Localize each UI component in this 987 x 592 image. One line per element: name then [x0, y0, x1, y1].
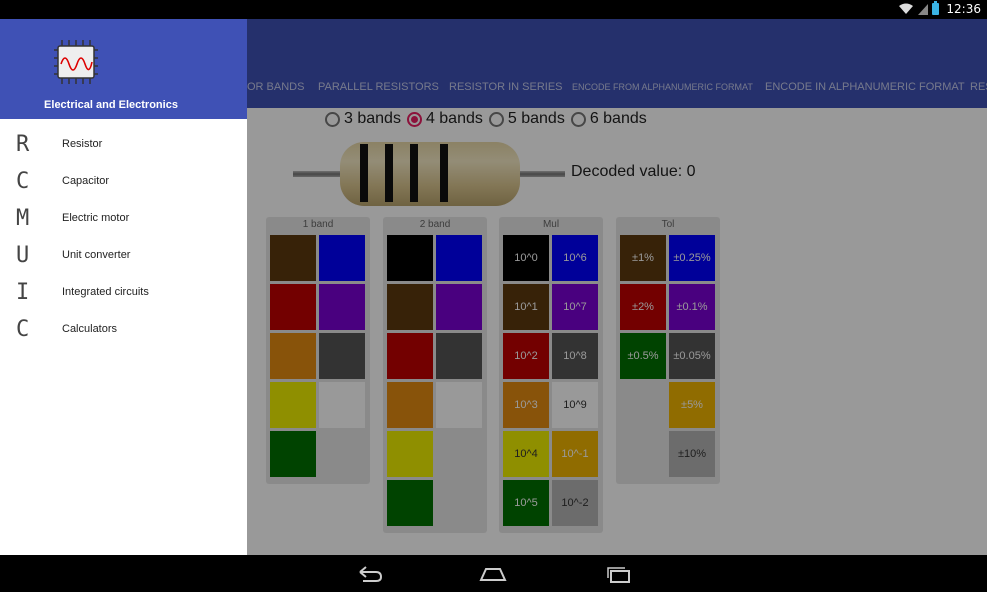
drawer-item-unit-converter[interactable]: U Unit converter: [0, 237, 247, 274]
drawer-item-capacitor[interactable]: C Capacitor: [0, 163, 247, 200]
chip-waveform-icon: [54, 40, 98, 84]
drawer-item-calculators[interactable]: C Calculators: [0, 311, 247, 348]
status-bar: 12:36: [0, 0, 987, 19]
drawer-item-label: Calculators: [62, 323, 118, 335]
drawer-item-letter: U: [16, 243, 30, 268]
drawer-header: Electrical and Electronics: [0, 19, 247, 119]
home-icon[interactable]: [478, 564, 508, 584]
drawer-item-letter: C: [16, 317, 30, 342]
drawer-item-electric-motor[interactable]: M Electric motor: [0, 200, 247, 237]
drawer-item-label: Resistor: [62, 138, 103, 150]
navigation-drawer: Electrical and Electronics R Resistor C Cap…: [0, 19, 247, 555]
drawer-item-label: Unit converter: [62, 249, 131, 261]
battery-icon: [932, 1, 940, 15]
drawer-item-label: Integrated circuits: [62, 286, 149, 298]
drawer-item-letter: R: [16, 132, 30, 157]
drawer-item-integrated-circuits[interactable]: I Integrated circuits: [0, 274, 247, 311]
drawer-item-resistor[interactable]: R Resistor: [0, 126, 247, 163]
clock: 12:36: [946, 2, 981, 16]
drawer-item-letter: I: [16, 280, 30, 305]
drawer-item-letter: C: [16, 169, 30, 194]
back-icon[interactable]: [354, 564, 384, 584]
signal-icon: [918, 3, 929, 15]
drawer-item-label: Capacitor: [62, 175, 110, 187]
drawer-title: Electrical and Electronics: [44, 99, 178, 111]
system-nav-bar: [0, 555, 987, 592]
drawer-item-letter: M: [16, 206, 30, 231]
recents-icon[interactable]: [604, 564, 634, 584]
wifi-icon: [899, 3, 914, 14]
drawer-item-label: Electric motor: [62, 212, 130, 224]
app-window: OR BANDS PARALLEL RESISTORS RESISTOR IN SE…: [0, 19, 987, 555]
